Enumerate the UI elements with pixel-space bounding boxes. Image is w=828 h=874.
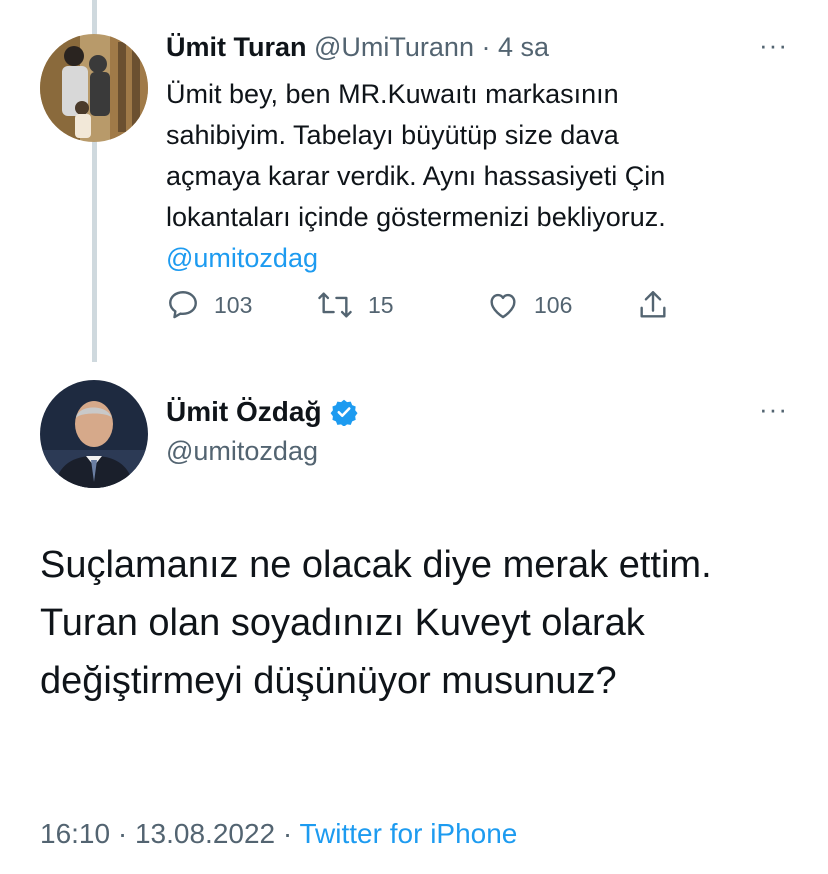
reply-mention-link[interactable]: @umitozdag <box>166 238 786 279</box>
share-button[interactable] <box>636 288 684 322</box>
like-icon <box>490 293 516 319</box>
like-count: 106 <box>534 291 573 318</box>
reply-text-line: açmaya karar verdik. Aynı hassasiyeti Çi… <box>166 161 666 191</box>
reply-author-handle[interactable]: @UmiTurann <box>314 32 474 62</box>
reply-text-line: Ümit bey, ben MR.Kuwaıtı markasının <box>166 79 619 109</box>
verified-badge-icon <box>330 399 358 426</box>
reply-time[interactable]: 4 sa <box>498 32 549 62</box>
reply-more-icon[interactable]: ··· <box>759 32 788 58</box>
tweet-footer: 16:10 · 13.08.2022 · Twitter for iPhone <box>40 818 517 850</box>
tweet-date[interactable]: 13.08.2022 <box>135 818 275 849</box>
retweet-button[interactable]: 15 <box>316 288 394 322</box>
tweet-more-icon[interactable]: ··· <box>759 396 788 422</box>
reply-text-line: sahibiyim. Tabelayı büyütüp size dava <box>166 120 619 150</box>
tweet-source-link[interactable]: Twitter for iPhone <box>300 818 518 849</box>
reply-count: 103 <box>214 291 253 318</box>
footer-separator: · <box>117 818 128 849</box>
retweet-icon <box>318 292 352 318</box>
tweet-author-avatar[interactable] <box>40 380 148 488</box>
reply-icon <box>169 291 197 319</box>
like-button[interactable]: 106 <box>486 288 572 322</box>
share-icon <box>640 291 666 318</box>
reply-separator: · <box>481 32 491 62</box>
reply-author-avatar[interactable] <box>40 34 148 142</box>
footer-separator: · <box>282 818 293 849</box>
reply-text: Ümit bey, ben MR.Kuwaıtı markasının sahi… <box>166 74 786 279</box>
reply-header: Ümit Turan @UmiTurann · 4 sa <box>166 32 549 63</box>
tweet-author-name-row: Ümit Özdağ <box>166 396 358 428</box>
tweet-text: Suçlamanız ne olacak diye merak ettim. T… <box>40 544 712 702</box>
tweet-author-handle[interactable]: @umitozdag <box>166 436 318 467</box>
reply-action-bar: 103 15 106 <box>166 288 686 328</box>
tweet-time[interactable]: 16:10 <box>40 818 110 849</box>
reply-text-line: lokantaları içinde göstermenizi bekliyor… <box>166 202 666 232</box>
reply-button[interactable]: 103 <box>166 288 252 322</box>
reply-author-name[interactable]: Ümit Turan <box>166 32 307 62</box>
retweet-count: 15 <box>368 291 394 318</box>
tweet-author-name[interactable]: Ümit Özdağ <box>166 396 322 428</box>
